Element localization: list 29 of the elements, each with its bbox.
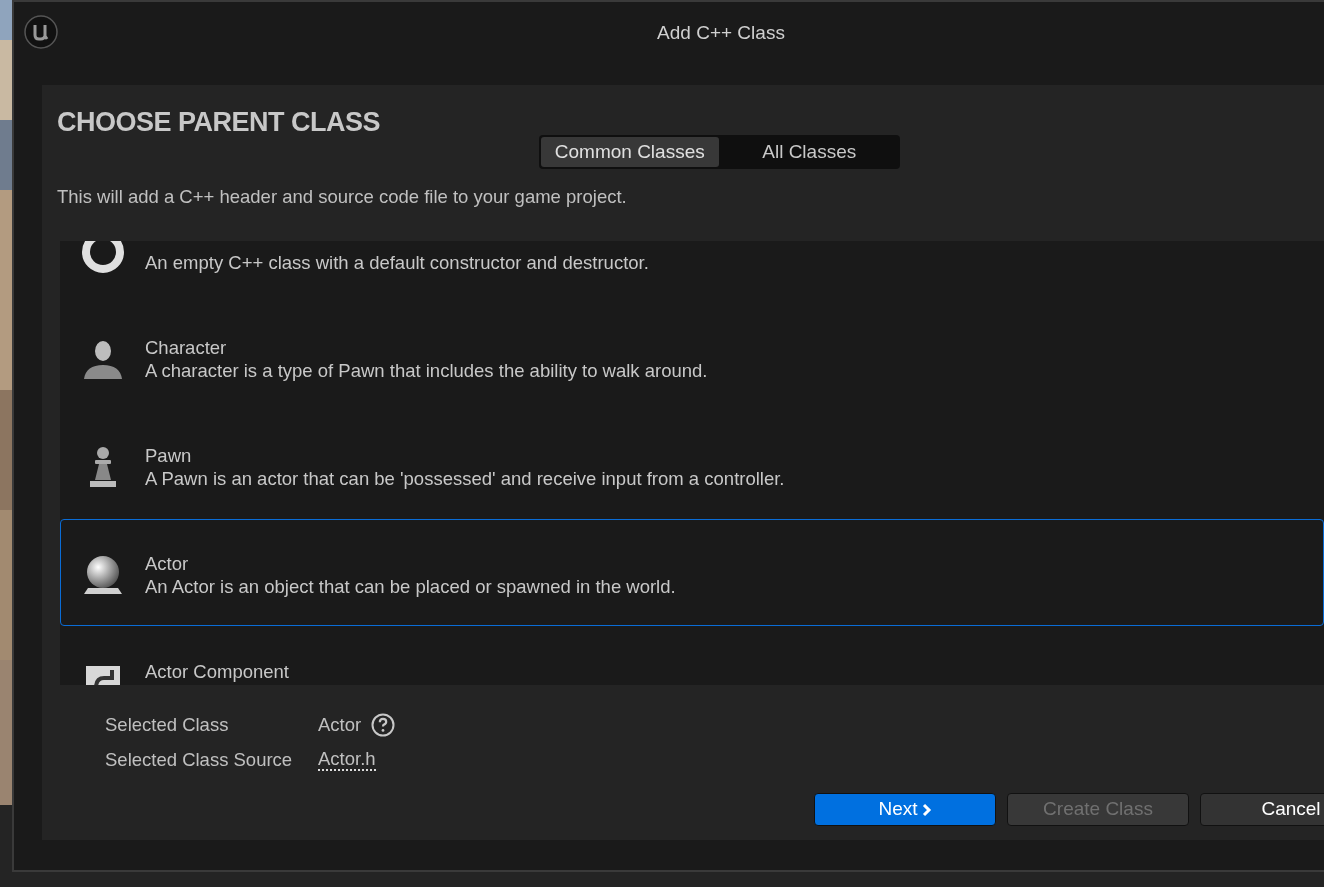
help-icon[interactable] — [371, 713, 396, 737]
chevron-icon — [921, 802, 932, 817]
class-name: Character — [145, 335, 227, 359]
class-list-item[interactable]: Actor An Actor is an object that can be placed or spawned in the world. — [60, 519, 1324, 626]
class-list-item[interactable]: Actor Component — [60, 627, 1324, 685]
dialog-button[interactable]: Cancel — [1200, 793, 1324, 826]
source-link[interactable]: Actor.h — [318, 749, 376, 771]
ring-icon — [80, 241, 126, 275]
panel-description: This will add a C++ header and source code file to your game project. — [57, 185, 627, 209]
tab[interactable]: All Classes — [720, 137, 898, 167]
class-name: Actor Component — [145, 659, 289, 683]
class-list-item[interactable]: Character A character is a type of Pawn that includes the ability to walk around. — [60, 303, 1324, 410]
field-label: Selected Class — [105, 714, 229, 736]
person-icon — [82, 338, 124, 381]
class-list-item[interactable]: Pawn A Pawn is an actor that can be 'possessed' and receive input from a controller. — [60, 411, 1324, 518]
class-name: Actor — [145, 551, 189, 575]
class-description: A character is a type of Pawn that includes the ability to walk around. — [145, 358, 708, 382]
class-name: Pawn — [145, 443, 192, 467]
window-title: Add C++ Class — [656, 20, 785, 45]
class-description: An empty C++ class with a default constructor and destructor. — [145, 250, 649, 274]
class-list-item[interactable]: An empty C++ class with a default constructor and destructor. — [60, 241, 1324, 302]
class-description: An Actor is an object that can be placed or spawned in the world. — [145, 574, 676, 598]
panel-heading: CHOOSE PARENT CLASS — [57, 106, 381, 139]
field-value: Actor — [318, 713, 362, 738]
class-description: A Pawn is an actor that can be 'possessed' and receive input from a controller. — [145, 466, 785, 490]
tab[interactable]: Common Classes — [541, 137, 719, 167]
dialog-button[interactable]: Next — [814, 793, 996, 826]
logo-icon — [24, 15, 58, 49]
field-label: Selected Class Source — [105, 749, 293, 771]
